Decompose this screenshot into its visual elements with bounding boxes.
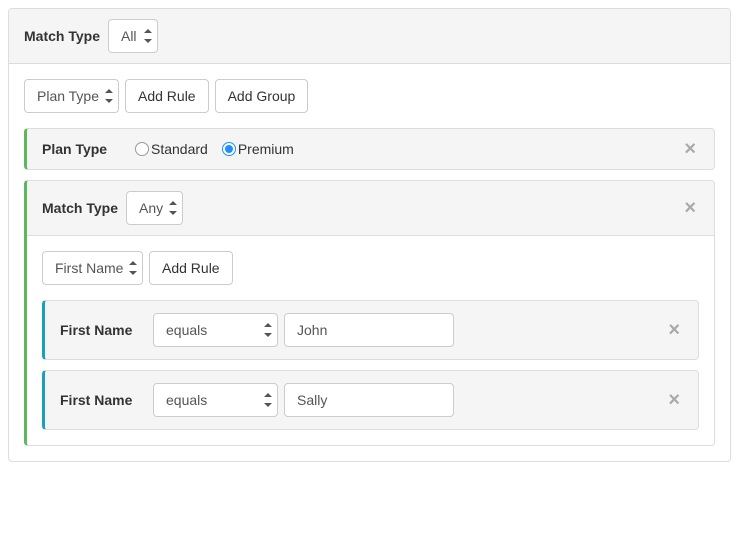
root-header: Match Type All	[9, 9, 730, 64]
remove-rule-button[interactable]: ×	[664, 390, 684, 410]
rule-controls: equals	[153, 313, 454, 347]
rule-type-select[interactable]: Plan Type	[24, 79, 119, 113]
value-input[interactable]	[284, 383, 454, 417]
radio-option-premium[interactable]: Premium	[222, 141, 294, 157]
rule-field-label: First Name	[60, 392, 145, 408]
rule-first-name: First Name equals ×	[42, 300, 699, 360]
match-type-select[interactable]: Any	[126, 191, 183, 225]
close-icon: ×	[684, 138, 696, 160]
match-type-label: Match Type	[24, 28, 100, 44]
nested-header: Match Type Any ×	[27, 181, 714, 236]
operator-select[interactable]: equals	[153, 383, 278, 417]
radio-label-standard: Standard	[151, 141, 208, 157]
radio-option-standard[interactable]: Standard	[135, 141, 208, 157]
remove-group-button[interactable]: ×	[680, 198, 700, 218]
close-icon: ×	[668, 319, 680, 341]
query-builder-root: Match Type All Plan Type Add Rule Add Gr…	[8, 8, 731, 462]
nested-group: Match Type Any × First Name	[24, 180, 715, 446]
remove-rule-button[interactable]: ×	[664, 320, 684, 340]
nested-toolbar: First Name Add Rule	[42, 251, 699, 285]
rule-field-label: Plan Type	[42, 141, 127, 157]
close-icon: ×	[668, 389, 680, 411]
root-toolbar: Plan Type Add Rule Add Group	[24, 79, 715, 113]
nested-body: First Name Add Rule First Name equals	[27, 236, 714, 445]
radio-group-plan-type: Standard Premium	[135, 141, 302, 157]
rule-type-select[interactable]: First Name	[42, 251, 143, 285]
close-icon: ×	[684, 197, 696, 219]
rule-controls: equals	[153, 383, 454, 417]
add-rule-button[interactable]: Add Rule	[149, 251, 233, 285]
radio-label-premium: Premium	[238, 141, 294, 157]
remove-rule-button[interactable]: ×	[680, 139, 700, 159]
radio-premium-input[interactable]	[222, 142, 236, 156]
rule-field-label: First Name	[60, 322, 145, 338]
match-type-label: Match Type	[42, 200, 118, 216]
radio-standard-input[interactable]	[135, 142, 149, 156]
root-body: Plan Type Add Rule Add Group Plan Type S…	[9, 64, 730, 461]
rule-first-name: First Name equals ×	[42, 370, 699, 430]
add-group-button[interactable]: Add Group	[215, 79, 309, 113]
value-input[interactable]	[284, 313, 454, 347]
match-type-select[interactable]: All	[108, 19, 158, 53]
rule-plan-type: Plan Type Standard Premium ×	[24, 128, 715, 170]
operator-select[interactable]: equals	[153, 313, 278, 347]
add-rule-button[interactable]: Add Rule	[125, 79, 209, 113]
